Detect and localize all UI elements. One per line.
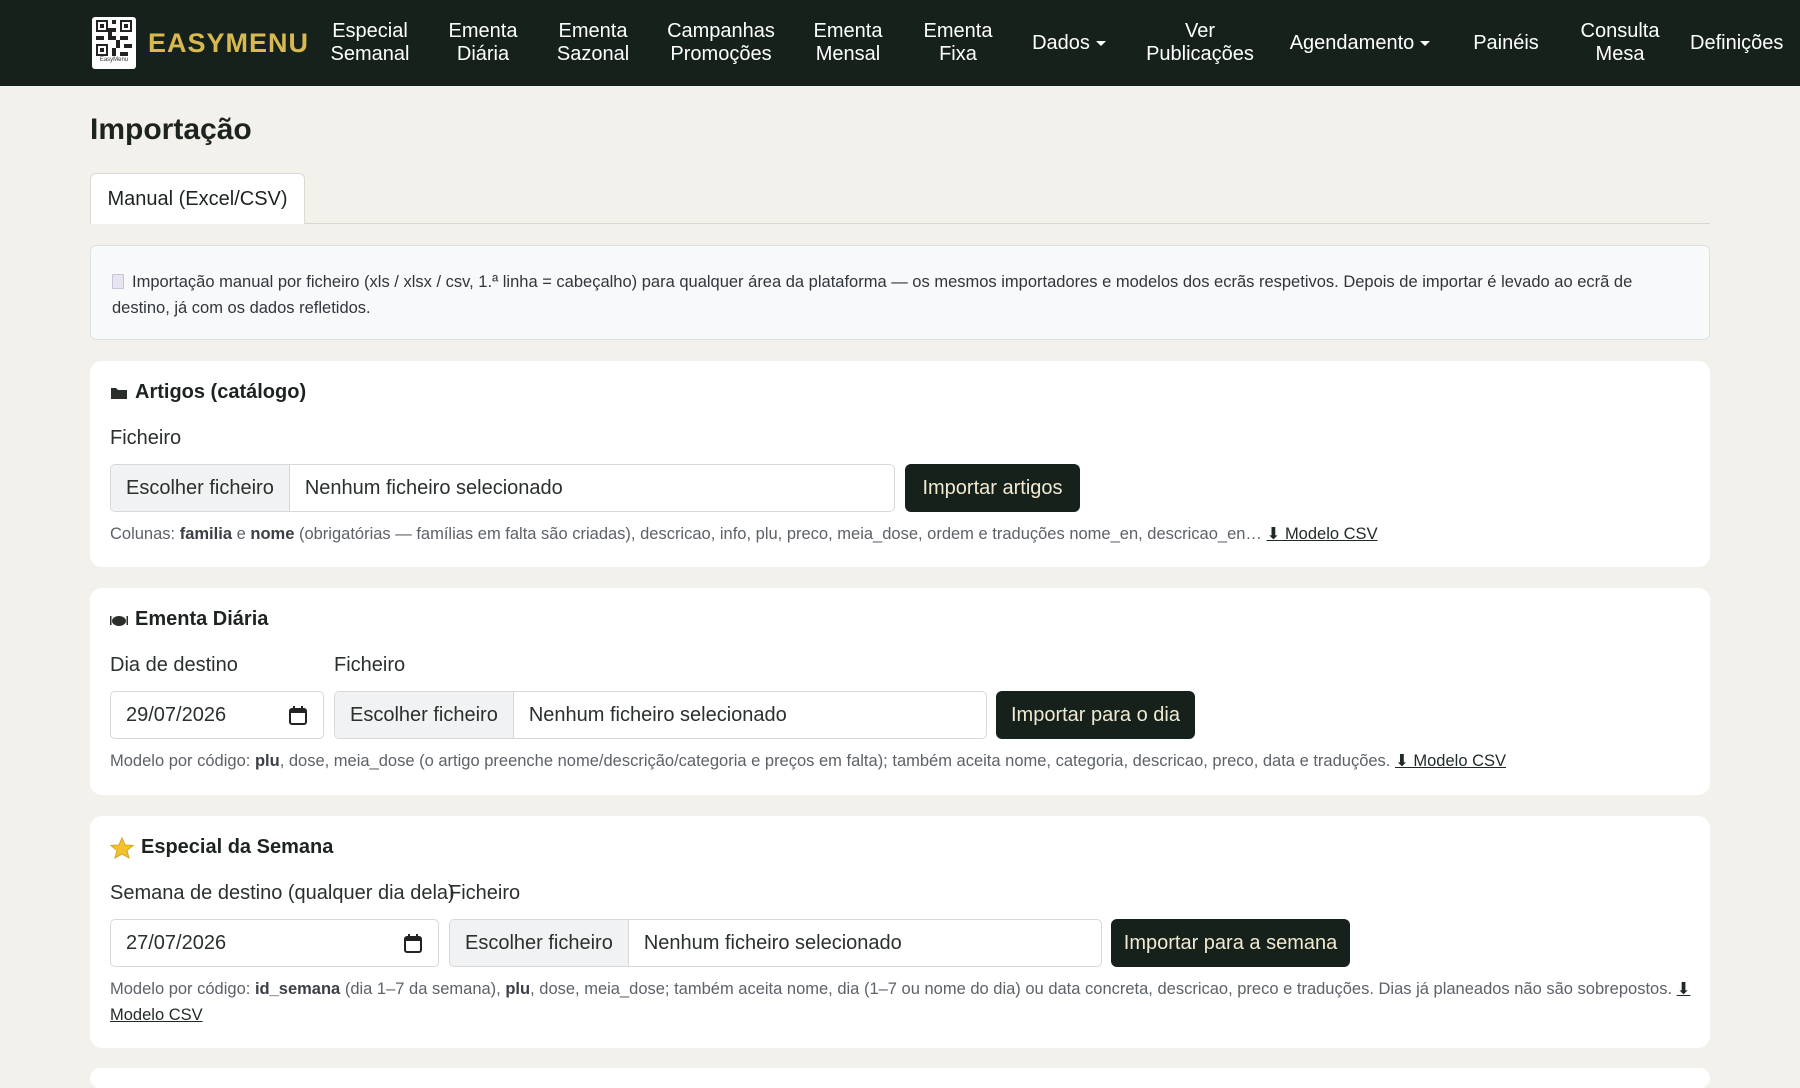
qr-code-icon: EasyMenu	[92, 17, 136, 69]
card-next-partial	[90, 1068, 1710, 1088]
week-label: Semana de destino (qualquer dia dela)	[110, 882, 455, 904]
nav-ementa-fixa[interactable]: Ementa Fixa	[912, 0, 1004, 86]
file-label: Ficheiro	[334, 654, 406, 676]
file-status: Nenhum ficheiro selecionado	[528, 703, 787, 726]
card-title-artigos: Artigos (catálogo)	[110, 381, 306, 404]
target-day-date-input[interactable]: 29/07/2026	[110, 691, 324, 739]
card-artigos: Artigos (catálogo) Ficheiro Escolher fic…	[90, 361, 1710, 567]
file-label: Ficheiro	[110, 427, 182, 449]
nav-ver-publicacoes[interactable]: Ver Publicações	[1136, 0, 1264, 86]
nav-ementa-mensal[interactable]: Ementa Mensal	[803, 0, 893, 86]
plate-icon	[110, 612, 128, 627]
nav-consulta-mesa[interactable]: Consulta Mesa	[1572, 0, 1668, 86]
artigos-help-text: Colunas: familia e nome (obrigatórias — …	[110, 525, 1378, 543]
artigos-file-input[interactable]: Escolher ficheiro Nenhum ficheiro seleci…	[110, 464, 895, 512]
nav-agendamento-dropdown[interactable]: Agendamento	[1285, 0, 1435, 86]
date-label: Dia de destino	[110, 654, 238, 676]
page-title: Importação	[90, 113, 252, 146]
card-title-ementa-diaria: Ementa Diária	[110, 608, 268, 631]
document-icon	[112, 274, 124, 289]
brand-name: EASYMENU	[148, 27, 310, 58]
nav-ementa-diaria[interactable]: Ementa Diária	[437, 0, 529, 86]
especial-semana-file-input[interactable]: Escolher ficheiro Nenhum ficheiro seleci…	[449, 919, 1102, 967]
file-label: Ficheiro	[449, 882, 521, 904]
nav-dados-dropdown[interactable]: Dados	[1024, 0, 1114, 86]
file-status: Nenhum ficheiro selecionado	[304, 476, 563, 499]
tab-manual-excel-csv[interactable]: Manual (Excel/CSV)	[90, 173, 305, 224]
star-icon	[110, 836, 134, 859]
file-status: Nenhum ficheiro selecionado	[643, 931, 902, 954]
caret-down-icon	[1420, 40, 1431, 46]
info-text: Importação manual por ficheiro (xls / xl…	[112, 273, 1633, 317]
top-navbar: EasyMenu EASYMENU Especial Semanal Ementa…	[0, 0, 1800, 86]
artigos-template-link[interactable]: ⬇ Modelo CSV	[1267, 525, 1378, 543]
nav-ementa-sazonal[interactable]: Ementa Sazonal	[547, 0, 639, 86]
folder-icon	[110, 385, 128, 400]
ementa-diaria-help-text: Modelo por código: plu, dose, meia_dose …	[110, 752, 1507, 770]
brand-logo[interactable]: EasyMenu EASYMENU	[92, 16, 309, 70]
import-for-day-button[interactable]: Importar para o dia	[996, 691, 1195, 739]
qr-caption: EasyMenu	[99, 57, 129, 63]
calendar-icon[interactable]	[404, 934, 422, 959]
import-for-week-button[interactable]: Importar para a semana	[1111, 919, 1350, 967]
nav-paineis[interactable]: Painéis	[1466, 0, 1546, 86]
card-title-especial-semana: Especial da Semana	[110, 836, 333, 859]
nav-especial-semanal[interactable]: Especial Semanal	[323, 0, 417, 86]
calendar-icon[interactable]	[289, 706, 307, 731]
nav-campanhas-promocoes[interactable]: Campanhas Promoções	[659, 0, 783, 86]
ementa-diaria-template-link[interactable]: ⬇ Modelo CSV	[1395, 752, 1506, 770]
import-artigos-button[interactable]: Importar artigos	[905, 464, 1080, 512]
card-ementa-diaria: Ementa Diária Dia de destino Ficheiro 29…	[90, 588, 1710, 795]
card-especial-semana: Especial da Semana Semana de destino (qu…	[90, 816, 1710, 1048]
ementa-diaria-file-input[interactable]: Escolher ficheiro Nenhum ficheiro seleci…	[334, 691, 987, 739]
tabs-divider	[90, 223, 1710, 224]
info-alert: Importação manual por ficheiro (xls / xl…	[90, 245, 1710, 340]
target-week-date-input[interactable]: 27/07/2026	[110, 919, 439, 967]
nav-definicoes[interactable]: Definições	[1690, 0, 1800, 86]
especial-semana-help-text: Modelo por código: id_semana (dia 1–7 da…	[110, 980, 1691, 1024]
choose-file-button[interactable]: Escolher ficheiro	[450, 920, 629, 966]
choose-file-button[interactable]: Escolher ficheiro	[111, 465, 290, 511]
caret-down-icon	[1095, 40, 1106, 46]
choose-file-button[interactable]: Escolher ficheiro	[335, 692, 514, 738]
